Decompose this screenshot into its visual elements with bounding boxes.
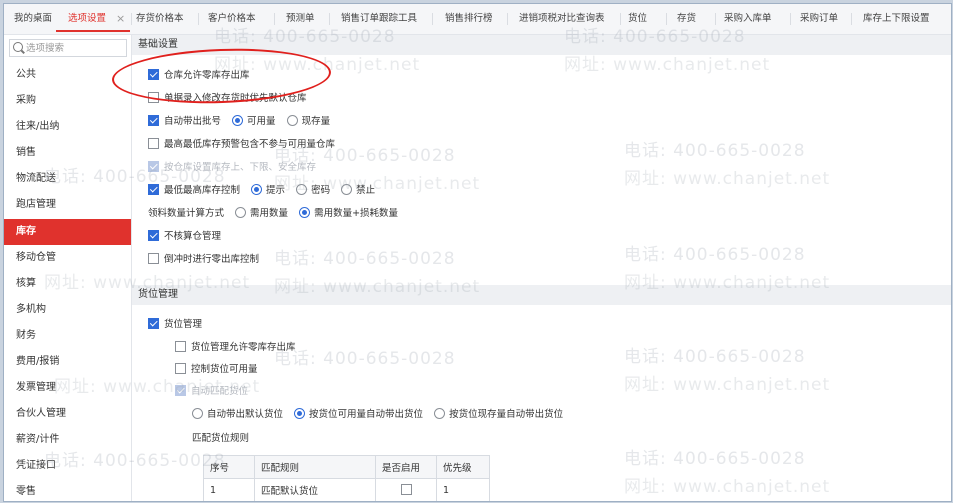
radio-required-plus-loss[interactable]: [299, 207, 311, 218]
radio-prompt[interactable]: [251, 184, 263, 195]
sidebar-item-partner[interactable]: 合伙人管理: [4, 401, 131, 427]
tab-divider: [432, 13, 433, 25]
radio-forbid[interactable]: [341, 184, 353, 195]
sidebar-item-finance[interactable]: 财务: [4, 323, 131, 349]
sidebar-item-retail[interactable]: 零售: [4, 479, 131, 501]
tab-divider: [198, 13, 199, 25]
sidebar-item-purchase[interactable]: 采购: [4, 88, 131, 114]
checkbox[interactable]: [148, 92, 159, 103]
sidebar-item-logistics[interactable]: 物流配送: [4, 166, 131, 192]
tab-sales-order-tracking[interactable]: 销售订单跟踪工具: [341, 4, 417, 34]
sidebar-item-multi-org[interactable]: 多机构: [4, 297, 131, 323]
cell-seq: 1: [203, 478, 255, 501]
search-input[interactable]: [26, 40, 124, 56]
sidebar-item-accounting[interactable]: 核算: [4, 271, 131, 297]
tab-inventory[interactable]: 存货: [677, 4, 696, 34]
pick-calc-method: 领料数量计算方式 需用数量 需用数量+损耗数量: [148, 207, 399, 219]
col-header: 是否启用: [375, 455, 437, 479]
radio-default-location[interactable]: [192, 408, 203, 419]
by-warehouse-limit-option: 按仓库设置库存上、下限、安全库存: [148, 161, 316, 175]
sidebar-item-store-visit[interactable]: 跑店管理: [4, 192, 131, 218]
location-zero-out-option[interactable]: 货位管理允许零库存出库: [175, 341, 296, 355]
table-header-row: 序号 匹配规则 是否启用 优先级: [203, 455, 490, 479]
checkbox[interactable]: [400, 483, 412, 495]
tab-divider: [851, 13, 852, 25]
tab-forecast[interactable]: 预测单: [286, 4, 315, 34]
auto-batch-option[interactable]: 自动带出批号 可用量 现存量: [148, 115, 330, 129]
radio-available-qty[interactable]: [232, 115, 244, 126]
location-enable-option[interactable]: 货位管理: [148, 318, 202, 332]
tab-location[interactable]: 货位: [628, 4, 647, 34]
radio-onhand-qty[interactable]: [286, 115, 298, 126]
checkbox[interactable]: [175, 341, 186, 352]
tab-divider: [329, 13, 330, 25]
checkbox-checked[interactable]: [148, 318, 159, 329]
active-tab-indicator: [56, 30, 130, 32]
radio-by-available[interactable]: [294, 408, 306, 419]
checkbox[interactable]: [148, 138, 159, 149]
checkbox[interactable]: [148, 253, 159, 264]
tab-my-desktop[interactable]: 我的桌面: [14, 4, 52, 34]
location-control-available-option[interactable]: 控制货位可用量: [175, 363, 258, 377]
sidebar: 公共 采购 往来/出纳 销售 物流配送 跑店管理 库存 移动仓管 核算 多机构 …: [4, 35, 132, 501]
cell-rule: 匹配默认货位: [254, 478, 376, 501]
checkbox-disabled: [175, 385, 186, 396]
min-stock-plan-option[interactable]: 最高最低库存预警包含不参与可用量仓库: [148, 138, 335, 152]
tab-stock-limit-setting[interactable]: 库存上下限设置: [863, 4, 930, 34]
location-match-mode: 自动带出默认货位 按货位可用量自动带出货位 按货位现存量自动带出货位: [192, 408, 563, 422]
sidebar-item-inventory[interactable]: 库存: [4, 219, 131, 245]
settings-panel: 基础设置 仓库允许零库存出库 单据录入修改存货时优先默认仓库 自动带出批号 可用…: [132, 35, 951, 501]
sidebar-item-payroll[interactable]: 薪资/计件: [4, 427, 131, 453]
app-window: 我的桌面 选项设置 × 存货价格本 客户价格本 预测单 销售订单跟踪工具 销售排…: [3, 3, 952, 502]
radio-required-qty[interactable]: [235, 207, 247, 218]
allow-zero-stock-option[interactable]: 仓库允许零库存出库: [148, 69, 250, 83]
search-box[interactable]: [9, 39, 127, 57]
checkbox-disabled: [148, 161, 159, 172]
tab-divider: [274, 13, 275, 25]
tab-sales-ranking[interactable]: 销售排行榜: [445, 4, 493, 34]
tab-stock-price-book[interactable]: 存货价格本: [136, 4, 184, 34]
section-basic-title: 基础设置: [132, 35, 951, 55]
sidebar-item-invoice[interactable]: 发票管理: [4, 375, 131, 401]
radio-password[interactable]: [296, 184, 308, 195]
checkbox-checked[interactable]: [148, 230, 159, 241]
tab-divider: [790, 13, 791, 25]
sidebar-item-mobile-warehouse[interactable]: 移动仓管: [4, 245, 131, 271]
no-sub-warehouse-option[interactable]: 不核算仓管理: [148, 230, 221, 244]
tab-tax-compare-query[interactable]: 进销项税对比查询表: [519, 4, 605, 34]
tab-divider: [715, 13, 716, 25]
cell-priority: 1: [436, 478, 490, 501]
tab-divider: [131, 13, 132, 25]
default-warehouse-option[interactable]: 单据录入修改存货时优先默认仓库: [148, 92, 307, 106]
checkbox-checked[interactable]: [148, 115, 159, 126]
checkbox[interactable]: [175, 363, 186, 374]
min-max-control-option[interactable]: 最低最高库存控制 提示 密码 禁止: [148, 184, 375, 198]
col-header: 优先级: [436, 455, 490, 479]
match-rules-label: 匹配货位规则: [192, 433, 250, 444]
tab-purchase-receipt[interactable]: 采购入库单: [724, 4, 772, 34]
tab-bar: 我的桌面 选项设置 × 存货价格本 客户价格本 预测单 销售订单跟踪工具 销售排…: [4, 4, 951, 35]
tab-purchase-order[interactable]: 采购订单: [800, 4, 838, 34]
sidebar-item-sales[interactable]: 销售: [4, 140, 131, 166]
col-header: 序号: [203, 455, 255, 479]
cell-enabled[interactable]: [375, 478, 437, 501]
tab-divider: [666, 13, 667, 25]
tab-divider: [507, 13, 508, 25]
location-auto-match-option: 自动匹配货位: [175, 385, 248, 399]
checkbox-checked[interactable]: [148, 69, 159, 80]
section-location-title: 货位管理: [132, 285, 951, 305]
sidebar-item-voucher[interactable]: 凭证接口: [4, 453, 131, 479]
checkbox-checked[interactable]: [148, 184, 159, 195]
offset-zero-control-option[interactable]: 倒冲时进行零出库控制: [148, 253, 259, 267]
match-rules-table: 序号 匹配规则 是否启用 优先级 1 匹配默认货位 1: [203, 455, 490, 501]
search-icon: [13, 42, 23, 52]
sidebar-item-expense[interactable]: 费用/报销: [4, 349, 131, 375]
tab-divider: [620, 13, 621, 25]
tab-customer-price-book[interactable]: 客户价格本: [208, 4, 256, 34]
sidebar-item-ar-cashier[interactable]: 往来/出纳: [4, 114, 131, 140]
table-row[interactable]: 1 匹配默认货位 1: [203, 478, 490, 501]
col-header: 匹配规则: [254, 455, 376, 479]
sidebar-item-public[interactable]: 公共: [4, 62, 131, 88]
radio-by-onhand[interactable]: [434, 408, 446, 419]
